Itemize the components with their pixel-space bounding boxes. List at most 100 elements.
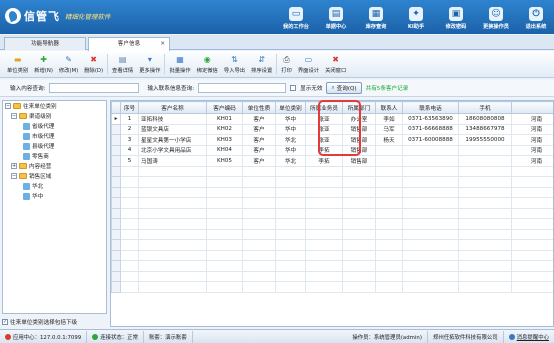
table-cell: 李拓 — [305, 155, 343, 167]
status-app-center: 应用中心：127.0.0.1:7099 — [0, 330, 88, 343]
category-button[interactable]: ▬ 单位类别 — [4, 51, 31, 78]
tree-item[interactable]: + 内容经营 — [3, 161, 106, 171]
collapse-icon[interactable]: − — [5, 103, 11, 109]
empty-cell — [138, 197, 207, 209]
empty-cell — [242, 260, 276, 272]
tree-item[interactable]: 省级代理 — [3, 121, 106, 131]
column-header[interactable]: 序号 — [120, 101, 139, 114]
print-button[interactable]: ⎙ 打印 — [278, 51, 295, 78]
empty-cell — [342, 249, 376, 261]
column-header[interactable]: 客户名称 — [138, 101, 207, 114]
status-account-text: 账套：演示账套 — [148, 334, 187, 341]
empty-cell — [342, 260, 376, 272]
table-row[interactable]: 5 马国涛 KH05 客户 华北 李拓 销售部 河南 — [111, 155, 553, 167]
column-header[interactable] — [511, 101, 553, 114]
topnav-lock[interactable]: ▣ 修改密码 — [436, 2, 476, 32]
empty-cell — [458, 165, 512, 177]
topnav-exit[interactable]: ⏻ 退出系统 — [516, 2, 554, 32]
search-contact-input[interactable] — [198, 83, 287, 93]
show-invalid-checkbox[interactable] — [290, 85, 297, 91]
column-header[interactable]: 联系电话 — [402, 101, 459, 114]
toolbar-label: 导入导出 — [223, 68, 246, 74]
empty-cell — [138, 239, 207, 251]
empty-cell — [120, 197, 139, 209]
tree-item-label: 省级代理 — [32, 124, 55, 130]
column-header[interactable]: 所属部门 — [342, 101, 376, 114]
empty-cell — [402, 228, 459, 240]
column-header[interactable]: 手机 — [458, 101, 512, 114]
edit-button[interactable]: ✎ 修改(M) — [56, 51, 81, 78]
empty-cell — [402, 260, 459, 272]
close-icon[interactable]: ✕ — [160, 38, 165, 50]
sort-button[interactable]: ⇵ 排序设置 — [248, 51, 275, 78]
empty-cell — [206, 186, 243, 198]
wechat-button[interactable]: ◉ 绑定微信 — [194, 51, 221, 78]
empty-cell — [342, 281, 376, 293]
empty-cell — [111, 218, 121, 230]
close-window-button[interactable]: ✖ 关闭窗口 — [322, 51, 349, 78]
tree-item[interactable]: 市级代理 — [3, 131, 106, 141]
table-cell — [375, 155, 403, 167]
topnav-user-switch[interactable]: ☺ 更换操作员 — [476, 2, 516, 32]
table-cell: 客户 — [242, 155, 276, 167]
tree-item[interactable]: − 渠道级别 — [3, 111, 106, 121]
empty-cell — [242, 207, 276, 219]
design-button[interactable]: ▭ 界面设计 — [295, 51, 322, 78]
topnav-warehouse[interactable]: ▦ 库存查询 — [356, 2, 396, 32]
table-cell: 河南 — [511, 113, 553, 125]
tree-item[interactable]: 华中 — [3, 191, 106, 201]
tree-item[interactable]: 华北 — [3, 181, 106, 191]
expand-icon[interactable]: + — [11, 163, 17, 169]
tree-root[interactable]: − 往来单位类别 — [3, 101, 106, 111]
tree-footer: ✓ 往来单位类别选择包括下级 — [2, 316, 107, 327]
batch-button[interactable]: ▦ 批量操作 — [166, 51, 193, 78]
category-icon — [23, 182, 30, 190]
query-button[interactable]: ⌕ 查询(Q) — [326, 82, 362, 94]
status-connection: 连接状态：正常 — [87, 330, 144, 343]
table-cell: 北京小学文具用品店 — [138, 144, 207, 156]
empty-cell — [375, 249, 403, 261]
table-row[interactable]: 4 北京小学文具用品店 KH04 客户 华中 李拓 销售部 河南 — [111, 144, 553, 156]
toolbar: ▬ 单位类别 ✚ 新增(N) ✎ 修改(M) ✖ 删除(D) ▤ 查看详情 ▾ 更多操作 ▦ 批量操作 ◉ 绑… — [0, 51, 554, 78]
topnav-document[interactable]: ▤ 单据中心 — [316, 2, 356, 32]
collapse-icon[interactable]: − — [11, 173, 17, 179]
empty-cell — [375, 218, 403, 230]
column-header[interactable]: 联系人 — [375, 101, 403, 114]
topnav-assistant[interactable]: ✦ KI助手 — [396, 2, 436, 32]
table-row[interactable]: 2 蓝银文具店 KH02 客户 华中 张亚 销售部 马军 0371-66668888 134886… — [111, 123, 553, 135]
tab-customer-info[interactable]: 客户信息 ✕ — [88, 37, 170, 51]
column-header[interactable]: 所属业务员 — [305, 101, 343, 114]
include-children-checkbox[interactable]: ✓ — [2, 318, 8, 325]
empty-cell — [402, 165, 459, 177]
more-button[interactable]: ▾ 更多操作 — [136, 51, 163, 78]
topnav-monitor[interactable]: ▭ 我的工作台 — [276, 2, 316, 32]
empty-cell — [458, 197, 512, 209]
status-connection-text: 连接状态：正常 — [100, 334, 138, 341]
tab-function-navigator[interactable]: 功能导航器 — [4, 37, 86, 50]
table-cell: 13488667978 — [458, 123, 512, 135]
tree-item[interactable]: − 销售区域 — [3, 171, 106, 181]
column-header[interactable]: 单位性质 — [242, 101, 276, 114]
table-row[interactable]: ▸ 1 亚拓科技 KH01 客户 华中 张亚 办公室 李如 0371-63563890 186080… — [111, 113, 553, 125]
table-cell: 5 — [120, 155, 139, 167]
tree-item[interactable]: 县级代理 — [3, 141, 106, 151]
add-button[interactable]: ✚ 新增(N) — [31, 51, 56, 78]
empty-row — [111, 207, 553, 219]
collapse-icon[interactable]: − — [11, 113, 17, 119]
table-row[interactable]: 3 星星文具第一小学店 KH03 客户 华北 张亚 销售部 杨天 0371-60008888 19… — [111, 134, 553, 146]
message-center-button[interactable]: 消息提醒中心 — [504, 331, 554, 343]
tree-item[interactable]: 零售商 — [3, 151, 106, 161]
delete-button[interactable]: ✖ 删除(D) — [81, 51, 106, 78]
user-switch-icon: ☺ — [489, 7, 503, 21]
column-header[interactable]: 客户编码 — [206, 101, 243, 114]
edit-icon: ✎ — [65, 54, 72, 64]
table-cell: 河南 — [511, 134, 553, 146]
import-export-button[interactable]: ⇅ 导入导出 — [221, 51, 248, 78]
toolbar-label: 更多操作 — [139, 68, 161, 74]
column-header[interactable]: 单位类别 — [275, 101, 306, 114]
customer-table: 序号 客户名称 客户编码 单位性质 单位类别 所属业务员 所属部门 联系人 联系电话 手机 ▸ 1 亚… — [111, 101, 553, 293]
table-cell: 18608080808 — [458, 113, 512, 125]
search-content-input[interactable] — [49, 83, 140, 93]
details-button[interactable]: ▤ 查看详情 — [109, 51, 136, 78]
empty-cell — [375, 270, 403, 282]
